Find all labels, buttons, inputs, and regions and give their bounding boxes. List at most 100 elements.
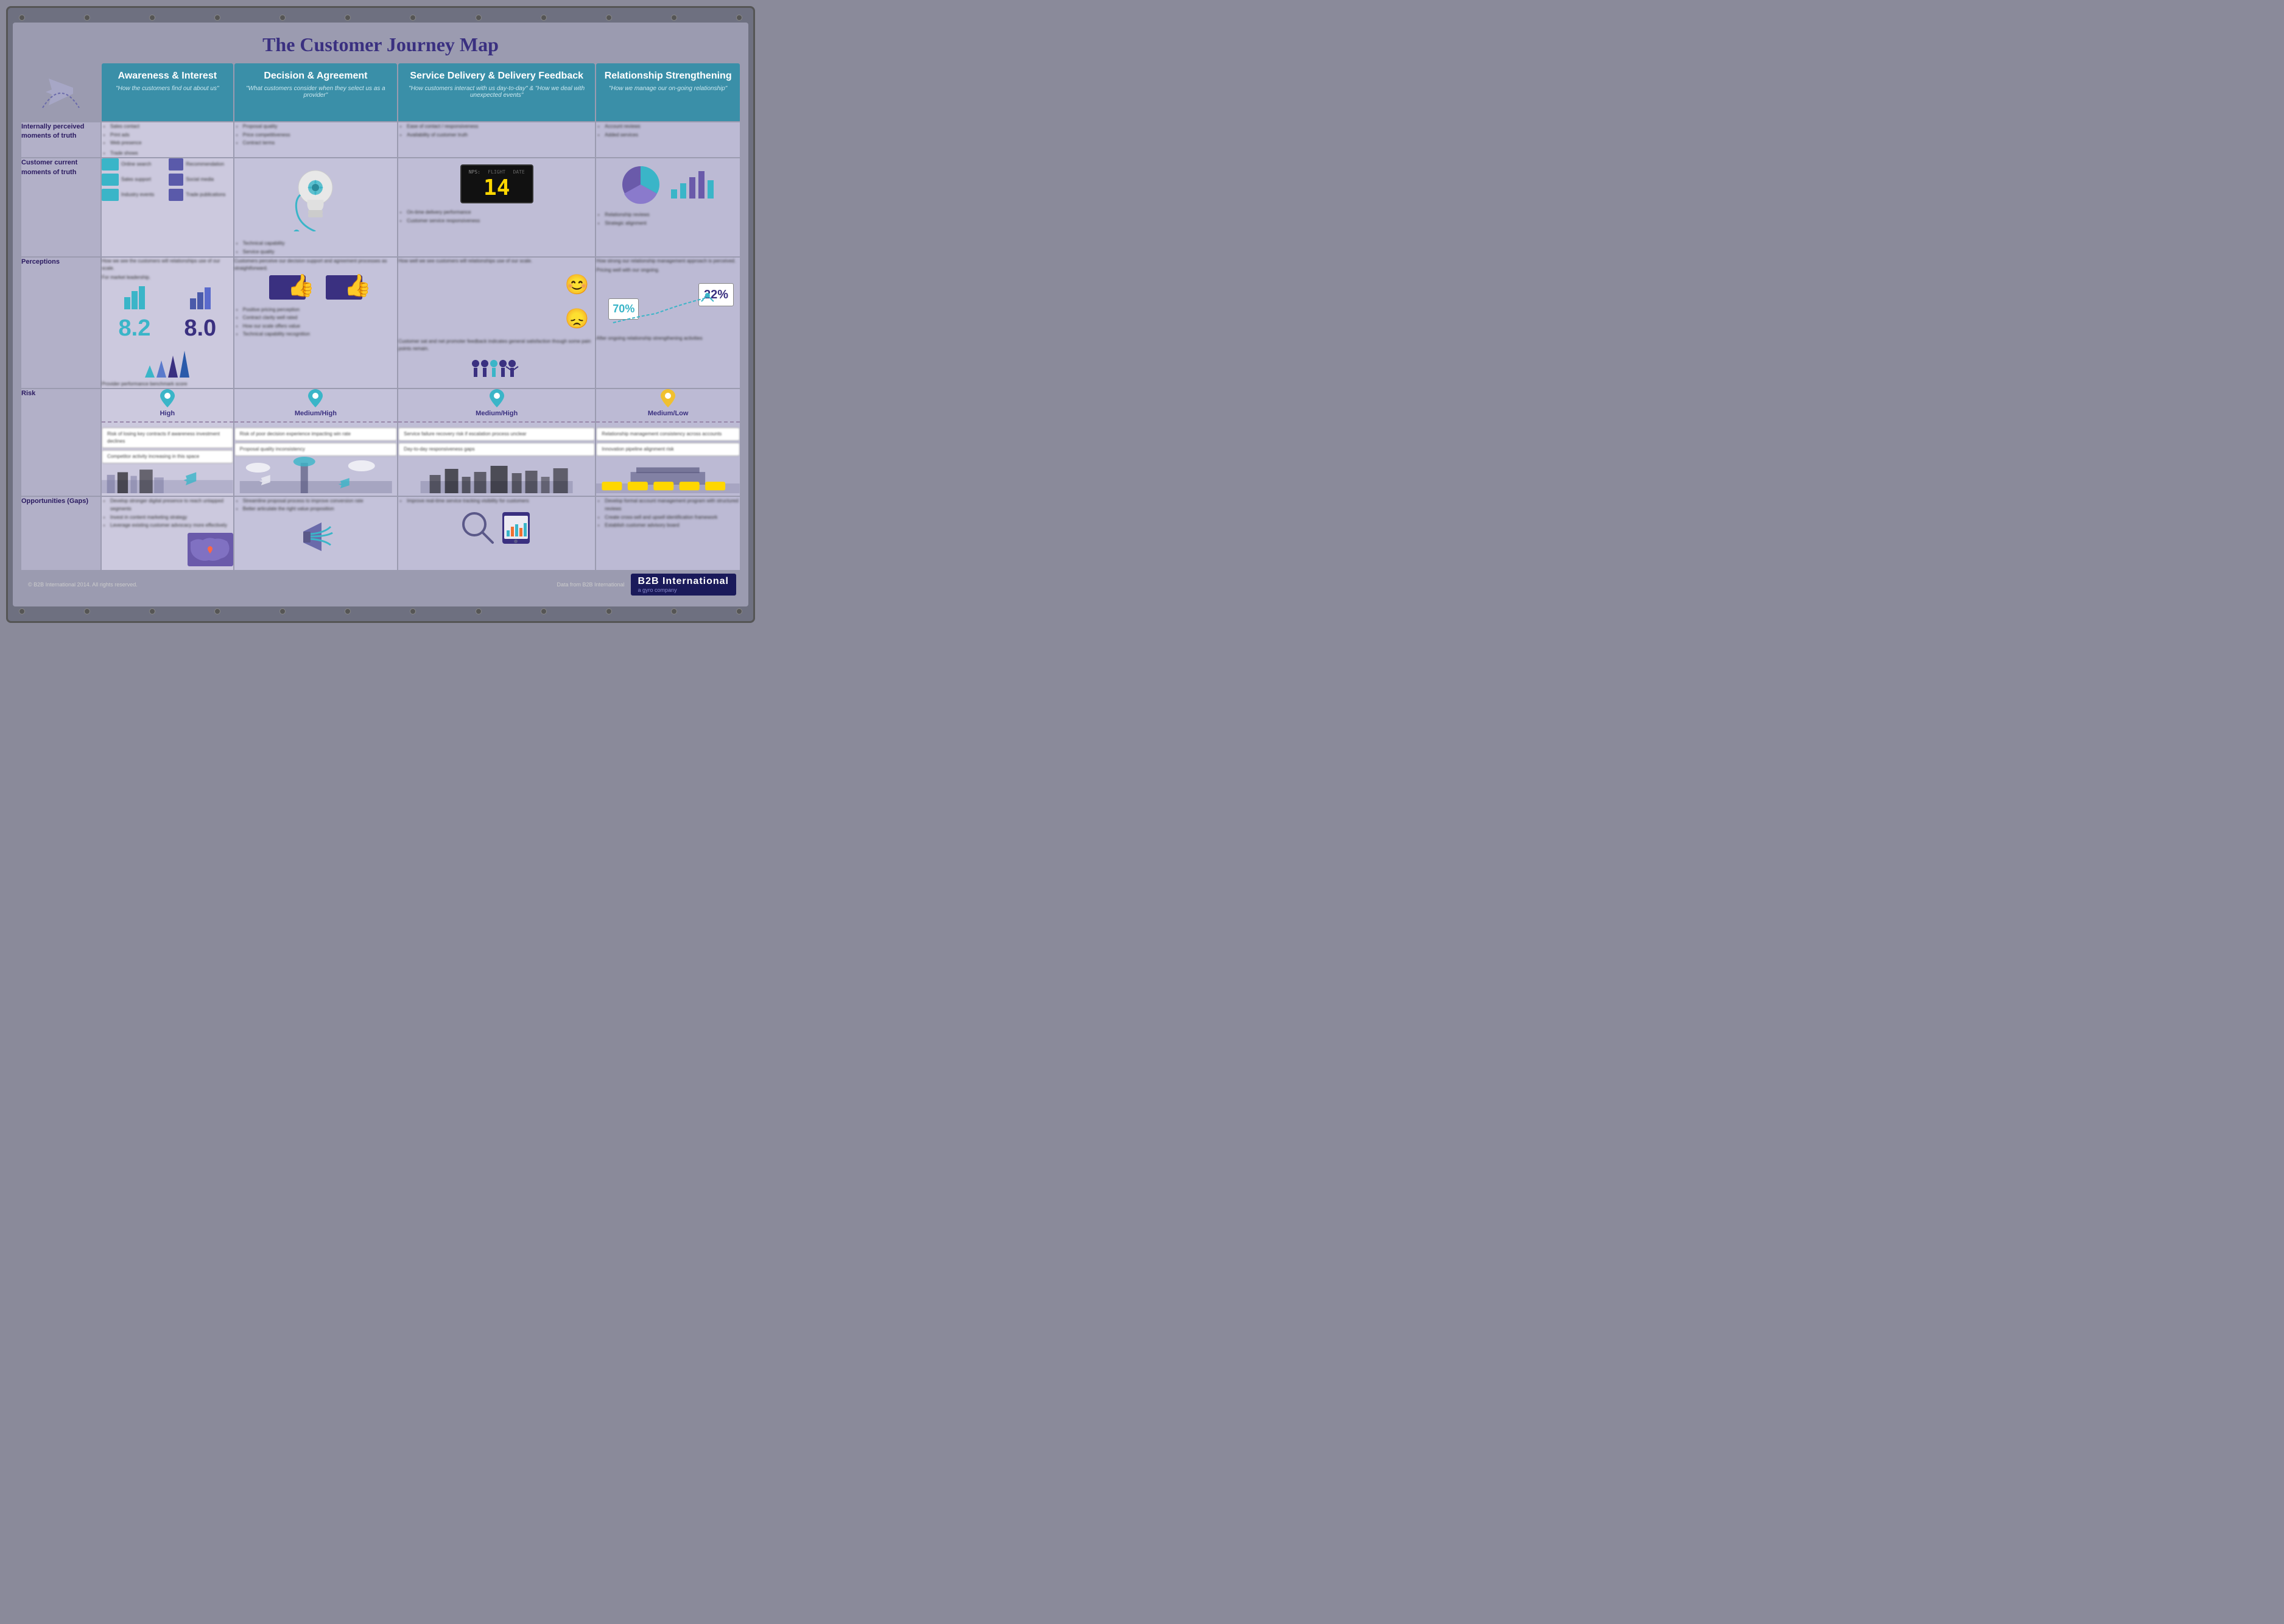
location-pin-svg (160, 389, 175, 407)
magnifying-glass-svg (461, 511, 494, 544)
cell-perceptions-col2: Customers perceive our decision support … (234, 258, 397, 388)
journey-map-table: Awareness & Interest "How the customers … (20, 62, 741, 571)
taxis-area (596, 460, 740, 496)
list-item: Ease of contact / responsiveness (407, 122, 595, 131)
rivet (279, 15, 286, 21)
rivet (736, 608, 742, 614)
cell-internally-col3: Ease of contact / responsiveness Availab… (398, 122, 595, 157)
rivet (19, 15, 25, 21)
rivet (736, 15, 742, 21)
risk-callout-col1: Risk of losing key contracts if awarenes… (102, 427, 233, 448)
bottom-rivets (13, 606, 748, 616)
internally-col3-list: Ease of contact / responsiveness Availab… (398, 122, 595, 139)
cell-risk-col2: Medium/High Risk of poor decision experi… (234, 389, 397, 496)
col-header-decision: Decision & Agreement "What customers con… (234, 63, 397, 121)
cell-internally-col1: Sales contact Print ads Web presence Tra… (102, 122, 233, 157)
list-item: Technical capability recognition (243, 330, 397, 339)
bar (124, 297, 130, 309)
cell-perceptions-col3: How well we see customers will relations… (398, 258, 595, 388)
risk-callout-col4: Relationship management consistency acro… (596, 427, 740, 441)
internally-col1-list2: Trade shows (102, 149, 233, 158)
rivet (279, 608, 286, 614)
risk-dashed-line (102, 421, 233, 423)
customer-col4-list: Relationship reviews Strategic alignment (596, 211, 740, 227)
cell-internally-col4: Account reviews Added services (596, 122, 740, 157)
outer-frame: The Customer Journey Map (6, 6, 755, 623)
city-plane-svg (102, 460, 233, 493)
team-area (398, 357, 595, 388)
thumbs-up-icon2: 👍 (344, 269, 371, 302)
score2-bars (184, 287, 216, 309)
row-risk: Risk High (21, 389, 740, 496)
col3-header-label: Service Delivery & Delivery Feedback (403, 71, 590, 82)
internally-col1-list: Sales contact Print ads Web presence (102, 122, 233, 147)
rivet (19, 608, 25, 614)
list-item: Account reviews (605, 122, 740, 131)
arrow-up-icon (180, 351, 189, 378)
footer-data-source: Data from B2B International (557, 582, 624, 588)
airport-svg (234, 457, 397, 493)
cell-perceptions-col4: How strong our relationship management a… (596, 258, 740, 388)
person-icon (102, 189, 119, 201)
row-customer-label: Customer current moments of truth (21, 158, 100, 256)
cell-customer-col3: NPS: FLIGHT DATE 14 On-time delivery per… (398, 158, 595, 256)
bar (205, 287, 211, 309)
megaphone-svg (297, 519, 334, 553)
pie-chart-svg (619, 163, 662, 206)
customer-item: Recommendation (169, 158, 233, 170)
world-map-area (102, 533, 233, 566)
world-map-svg (188, 533, 233, 566)
list-item: Create cross-sell and upsell identificat… (605, 513, 740, 522)
sad-smiley-icon: 😞 (564, 304, 589, 333)
rivet (606, 608, 612, 614)
customer-col1-text4: Social media (186, 176, 214, 183)
list-item: Better articulate the right value propos… (243, 505, 397, 513)
customer-col3-list: On-time delivery performance Customer se… (398, 208, 595, 225)
internally-col2-list: Proposal quality Price competitiveness C… (234, 122, 397, 147)
rivet (541, 608, 547, 614)
opps-col4-list: Develop formal account management progra… (596, 497, 740, 530)
list-item: On-time delivery performance (407, 208, 595, 217)
city2-svg (398, 460, 595, 493)
risk-level-col1: High (160, 409, 175, 419)
bar (190, 298, 196, 309)
perception-col4-text: How strong our relationship management a… (596, 258, 740, 265)
location-pin-svg2 (308, 389, 323, 407)
taxis-svg (596, 460, 740, 493)
risk-callout-col3b: Day-to-day responsiveness gaps (398, 443, 595, 456)
list-item: Service quality (243, 248, 397, 256)
score1-value: 8.2 (119, 311, 151, 346)
location-pin-svg4 (661, 389, 675, 407)
risk-pin-col1: High (102, 389, 233, 419)
col3-subtext: "How customers interact with us day-to-d… (403, 85, 590, 99)
chat-icon (169, 174, 183, 186)
city-plane-area (102, 460, 233, 496)
perception-col3-text2: Customer sat and net promoter feedback i… (398, 338, 595, 353)
megaphone-area (234, 519, 397, 553)
row-customer: Customer current moments of truth Online… (21, 158, 740, 256)
col4-subtext: "How we manage our on-going relationship… (601, 85, 735, 92)
airplane-svg (37, 66, 85, 115)
customer-col1-text2: Recommendation (186, 161, 224, 168)
nps-number-display: 14 (469, 177, 525, 199)
nps-date: DATE (513, 169, 524, 176)
risk-callout-col3: Service failure recovery risk if escalat… (398, 427, 595, 441)
risk-dashed-line3 (398, 421, 595, 423)
credit-card-icon (102, 158, 119, 170)
b2b-logo-area: B2B International a gyro company (631, 574, 736, 596)
cell-risk-col3: Medium/High Service failure recovery ris… (398, 389, 595, 496)
list-item: Leverage existing customer advocacy more… (110, 521, 233, 530)
thumbs-up-icon: 👍 (287, 269, 315, 302)
search-area (398, 511, 595, 544)
customer-col1-text5: Industry events (121, 191, 154, 199)
list-item: Develop stronger digital presence to rea… (110, 497, 233, 513)
cell-risk-col1: High Risk of losing key contracts if awa… (102, 389, 233, 496)
b2b-brand-name: B2B International (638, 576, 729, 586)
cell-perceptions-col1: How we see the customers will relationsh… (102, 258, 233, 388)
perception-col1-text: How we see the customers will relationsh… (102, 258, 233, 272)
score2-value: 8.0 (184, 311, 216, 346)
customer-item: Sales support (102, 174, 166, 186)
airport-scene (234, 457, 397, 496)
list-item: Trade shows (110, 149, 233, 158)
page-title: The Customer Journey Map (20, 29, 741, 62)
